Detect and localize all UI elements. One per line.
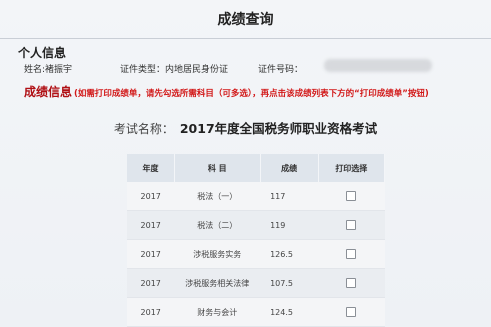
exam-title: 考试名称： 2017年度全国税务师职业资格考试 [0,118,491,137]
row-score: 119 [260,210,319,240]
row-score: 124.5 [260,297,319,327]
id-number-label: 证件号码： [258,65,304,75]
row-print-cell [318,239,385,269]
row-year: 2017 [127,239,175,269]
header-subject: 科 目 [174,154,261,182]
table-row: 2017 涉税服务实务 126.5 [127,239,385,269]
print-checkbox[interactable] [346,249,357,259]
row-year: 2017 [127,268,175,298]
print-checkbox[interactable] [346,278,357,288]
exam-name: 2017年度全国税务师职业资格考试 [179,121,378,136]
personal-info-heading: 个人信息 [18,46,67,60]
row-print-cell [318,182,385,211]
header-score: 成绩 [260,154,319,182]
candidate-name: 姓名:褚振宇 [24,65,73,75]
score-table: 年度 科 目 成绩 打印选择 2017 税法（一） 117 2017 税法（二）… [127,154,386,327]
row-subject: 税法（一） [174,182,261,211]
id-number-redacted [324,59,432,72]
row-subject: 涉税服务实务 [174,239,261,269]
header-print-select: 打印选择 [318,154,386,182]
row-print-cell [318,268,385,298]
row-subject: 财务与会计 [174,297,261,327]
table-header-row: 年度 科 目 成绩 打印选择 [127,154,386,182]
score-query-page: 成绩查询 个人信息 姓名:褚振宇 证件类型：内地居民身份证 证件号码： 成绩信息… [0,0,491,327]
print-instruction-note: (如需打印成绩单，请先勾选所需科目（可多选），再点击该成绩列表下方的“打印成绩单… [74,89,429,99]
row-print-cell [318,297,385,327]
table-row: 2017 税法（一） 117 [127,182,385,211]
table-row: 2017 财务与会计 124.5 [127,297,385,327]
print-checkbox[interactable] [346,307,357,317]
row-subject: 涉税服务相关法律 [174,268,261,298]
row-subject: 税法（二） [174,210,261,240]
page-title: 成绩查询 [217,12,274,28]
row-score: 126.5 [260,239,319,269]
score-info-heading: 成绩信息 [24,85,73,99]
row-year: 2017 [127,182,175,211]
row-score: 117 [260,182,319,211]
exam-name-label: 考试名称： [113,122,174,136]
title-bar: 成绩查询 [0,0,491,39]
table-row: 2017 税法（二） 119 [127,210,385,240]
table-row: 2017 涉税服务相关法律 107.5 [127,268,385,298]
row-score: 107.5 [260,268,319,298]
row-year: 2017 [127,210,175,240]
print-checkbox[interactable] [346,220,357,230]
id-type: 证件类型：内地居民身份证 [120,65,229,75]
header-year: 年度 [127,154,175,182]
row-year: 2017 [127,297,175,327]
score-info-line: 成绩信息 (如需打印成绩单，请先勾选所需科目（可多选），再点击该成绩列表下方的“打… [24,81,484,100]
print-checkbox[interactable] [346,191,357,201]
row-print-cell [318,210,385,240]
